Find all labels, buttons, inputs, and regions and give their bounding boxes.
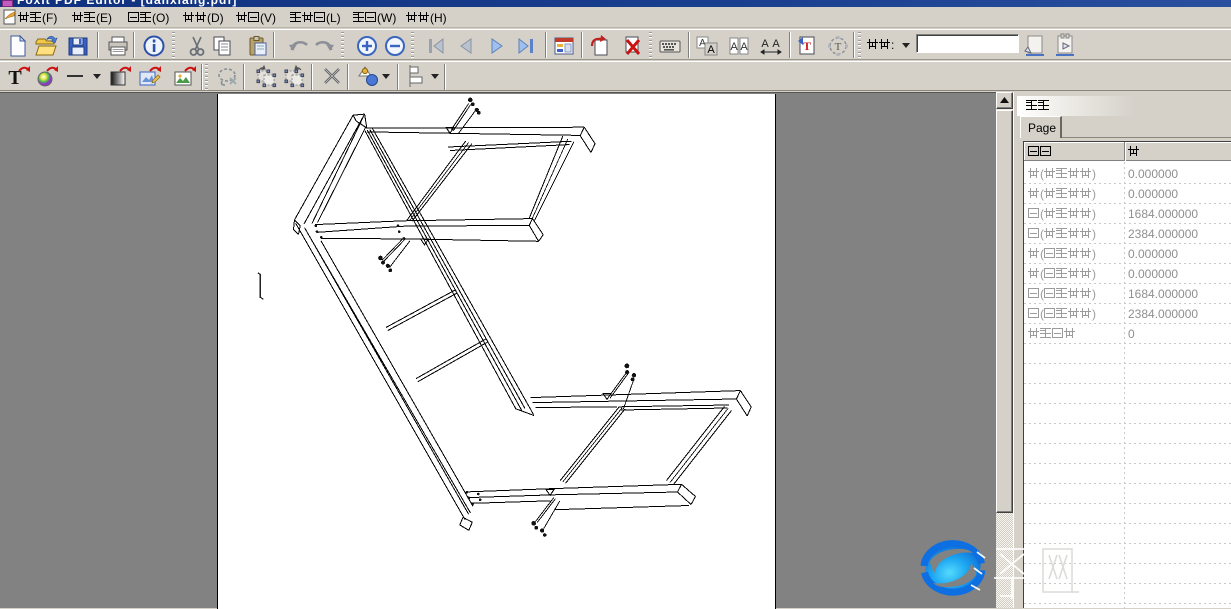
svg-text:A: A [740, 41, 748, 53]
svg-text:A: A [772, 38, 780, 50]
svg-text:A: A [761, 38, 769, 50]
svg-text:A: A [730, 41, 738, 53]
svg-text:T: T [835, 41, 842, 53]
svg-text:T: T [803, 39, 811, 53]
svg-text:A: A [707, 44, 715, 56]
